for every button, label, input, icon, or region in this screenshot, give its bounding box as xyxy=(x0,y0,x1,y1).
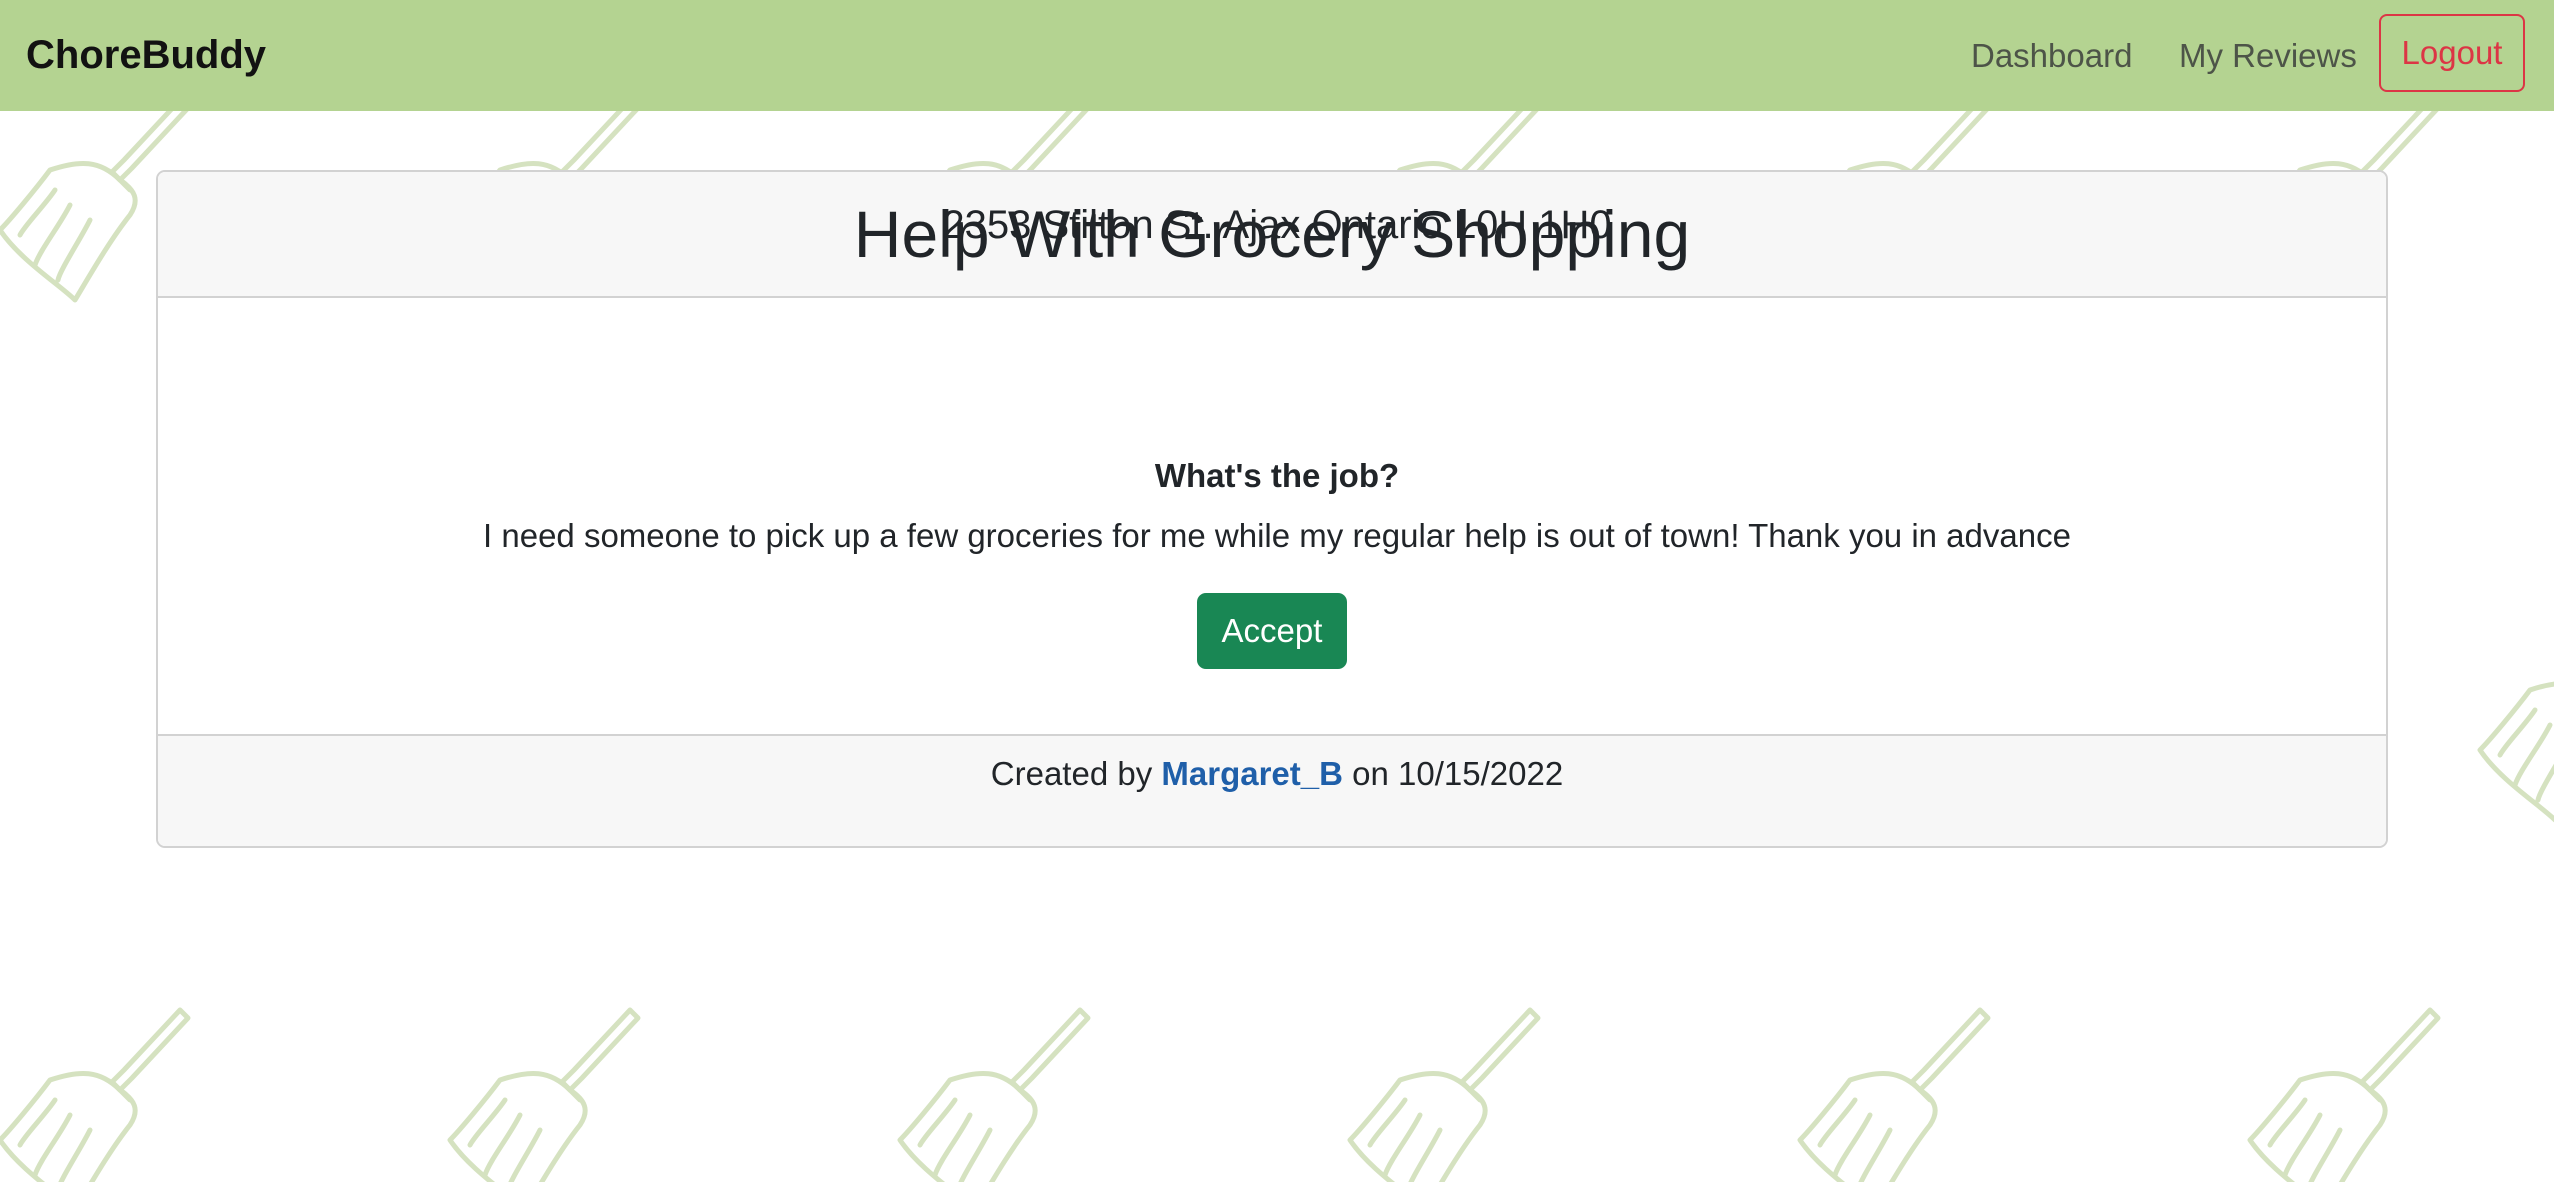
nav-my-reviews-link[interactable]: My Reviews xyxy=(2179,0,2357,111)
top-navbar: ChoreBuddy Dashboard My Reviews Logout xyxy=(0,0,2554,111)
job-address: 2353 Stilton St. Ajax Ontario L0H 1H0 xyxy=(942,203,1612,247)
nav-dashboard-link[interactable]: Dashboard xyxy=(1971,0,2132,111)
accept-button[interactable]: Accept xyxy=(1197,593,1347,669)
created-by-prefix: Created by xyxy=(990,755,1153,792)
created-date: 10/15/2022 xyxy=(1398,755,1564,792)
page: ChoreBuddy Dashboard My Reviews Logout H… xyxy=(0,0,2554,1182)
author-link[interactable]: Margaret_B xyxy=(1161,755,1343,792)
brand-logo[interactable]: ChoreBuddy xyxy=(26,0,266,111)
job-description: I need someone to pick up a few grocerie… xyxy=(483,517,2071,554)
logout-button[interactable]: Logout xyxy=(2379,14,2525,92)
job-description-heading: What's the job? xyxy=(1154,457,1400,494)
date-prefix: on xyxy=(1352,755,1389,792)
created-by-line: Created by Margaret_B on 10/15/2022 xyxy=(0,754,2554,794)
job-card: Help With Grocery Shopping xyxy=(156,170,2388,848)
